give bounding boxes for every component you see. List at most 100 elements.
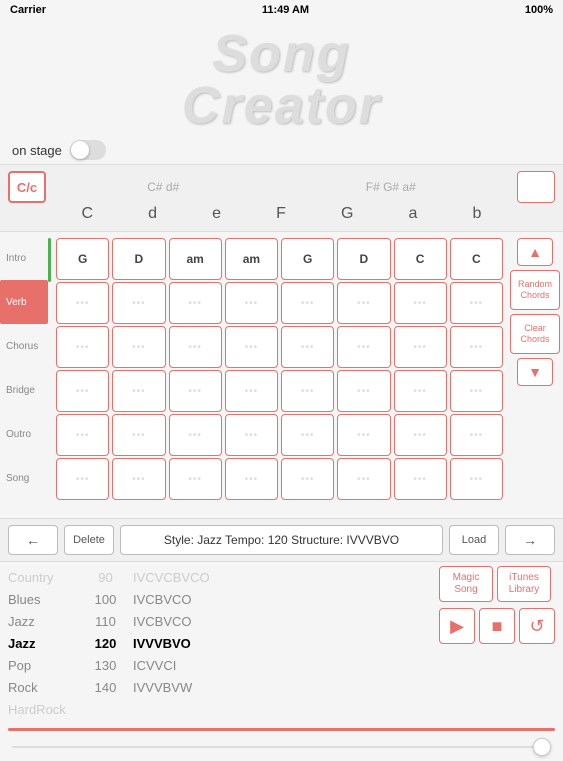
arrow-up-button[interactable]: ▲ (517, 238, 553, 266)
song-row-hardrock[interactable]: HardRock (8, 698, 433, 720)
song-row-jazz-110[interactable]: Jazz 110 IVCBVCO (8, 610, 433, 632)
chord-cell[interactable]: ••• (450, 458, 503, 500)
stop-button[interactable]: ■ (479, 608, 515, 644)
chord-cell[interactable]: ••• (169, 370, 222, 412)
chord-cell[interactable]: ••• (281, 458, 334, 500)
chord-cell[interactable]: ••• (169, 282, 222, 324)
chord-cell[interactable]: am (169, 238, 222, 280)
section-song[interactable]: Song (0, 456, 48, 500)
chord-cell[interactable]: C (394, 238, 447, 280)
song-structure-active: IVVVBVO (133, 636, 191, 651)
key-g[interactable]: G (341, 205, 353, 223)
chord-cell[interactable]: G (56, 238, 109, 280)
sharp-key-fs[interactable]: F# G# a# (366, 180, 416, 194)
chord-cell[interactable]: ••• (225, 414, 278, 456)
chord-cell[interactable]: ••• (112, 414, 165, 456)
chord-cell[interactable]: ••• (169, 414, 222, 456)
song-row-jazz-120-active[interactable]: Jazz 120 IVVVBVO (8, 632, 433, 654)
key-b[interactable]: b (473, 205, 482, 223)
chord-cell[interactable]: ••• (112, 370, 165, 412)
chord-cell[interactable]: ••• (394, 326, 447, 368)
song-name: Rock (8, 680, 78, 695)
chord-cell[interactable]: ••• (112, 282, 165, 324)
key-d[interactable]: d (148, 205, 157, 223)
song-tempo: 90 (88, 570, 123, 585)
battery-label: 100% (525, 4, 553, 16)
chord-cell[interactable]: ••• (394, 370, 447, 412)
back-button[interactable]: ← (8, 525, 58, 555)
magic-itunes-row: Magic Song iTunes Library (439, 566, 555, 602)
cc-key[interactable]: C/c (8, 171, 46, 203)
chord-cell[interactable]: ••• (337, 370, 390, 412)
itunes-library-button[interactable]: iTunes Library (497, 566, 551, 602)
chord-cell[interactable]: ••• (337, 414, 390, 456)
key-a[interactable]: a (409, 205, 418, 223)
key-empty[interactable] (517, 171, 555, 203)
section-bridge[interactable]: Bridge (0, 368, 48, 412)
chord-cell[interactable]: ••• (225, 370, 278, 412)
chord-cell[interactable]: ••• (56, 458, 109, 500)
chord-cell[interactable]: ••• (450, 370, 503, 412)
on-stage-toggle[interactable] (70, 140, 106, 160)
key-f[interactable]: F (276, 205, 286, 223)
chord-cell[interactable]: ••• (56, 414, 109, 456)
play-controls-row: ▶ ■ ↺ (439, 608, 555, 644)
carrier-label: Carrier (10, 4, 46, 16)
magic-song-button[interactable]: Magic Song (439, 566, 493, 602)
chord-cell[interactable]: ••• (394, 282, 447, 324)
clear-chords-button[interactable]: Clear Chords (510, 314, 560, 354)
chord-cell[interactable]: ••• (112, 326, 165, 368)
forward-button[interactable]: → (505, 525, 555, 555)
chord-cell[interactable]: ••• (281, 370, 334, 412)
chord-cell[interactable]: ••• (281, 414, 334, 456)
chord-cell[interactable]: ••• (56, 282, 109, 324)
chord-cell[interactable]: ••• (56, 326, 109, 368)
section-verb[interactable]: Verb (0, 280, 48, 324)
chord-cell[interactable]: ••• (450, 326, 503, 368)
song-row-blues[interactable]: Blues 100 IVCBVCO (8, 588, 433, 610)
chord-cell[interactable]: am (225, 238, 278, 280)
arrow-down-button[interactable]: ▼ (517, 358, 553, 386)
chord-cell[interactable]: ••• (169, 326, 222, 368)
play-button[interactable]: ▶ (439, 608, 475, 644)
key-e[interactable]: e (212, 205, 221, 223)
time-label: 11:49 AM (262, 4, 309, 16)
delete-button[interactable]: Delete (64, 525, 114, 555)
chord-cell[interactable]: ••• (225, 458, 278, 500)
load-button[interactable]: Load (449, 525, 499, 555)
chord-cell[interactable]: ••• (56, 370, 109, 412)
section-chorus[interactable]: Chorus (0, 324, 48, 368)
random-chords-button[interactable]: Random Chords (510, 270, 560, 310)
song-tempo: 140 (88, 680, 123, 695)
key-c[interactable]: C (82, 205, 94, 223)
repeat-button[interactable]: ↺ (519, 608, 555, 644)
chord-cell[interactable]: ••• (337, 458, 390, 500)
chord-cell[interactable]: ••• (281, 282, 334, 324)
song-row-rock[interactable]: Rock 140 IVVVBVW (8, 676, 433, 698)
chord-cell[interactable]: D (337, 238, 390, 280)
app-title-text: SongCreator (10, 28, 553, 132)
grid-right-controls: ▲ Random Chords Clear Chords ▼ (507, 236, 563, 514)
slider-thumb[interactable] (533, 738, 551, 756)
playback-section: Country 90 IVCVCBVCO Blues 100 IVCBVCO J… (0, 562, 563, 724)
chord-cell[interactable]: ••• (337, 282, 390, 324)
chord-cell[interactable]: ••• (394, 458, 447, 500)
slider-container[interactable] (8, 737, 555, 757)
chord-cell[interactable]: ••• (169, 458, 222, 500)
chord-cell[interactable]: G (281, 238, 334, 280)
song-row-pop[interactable]: Pop 130 ICVVCI (8, 654, 433, 676)
sharp-key-cs[interactable]: C# d# (147, 180, 179, 194)
section-outro[interactable]: Outro (0, 412, 48, 456)
section-intro[interactable]: Intro (0, 236, 48, 280)
chord-cell[interactable]: ••• (281, 326, 334, 368)
chord-cell[interactable]: ••• (112, 458, 165, 500)
chord-cell[interactable]: D (112, 238, 165, 280)
chord-cell[interactable]: ••• (450, 414, 503, 456)
chord-cell[interactable]: ••• (394, 414, 447, 456)
chord-cell[interactable]: ••• (337, 326, 390, 368)
chord-cell[interactable]: C (450, 238, 503, 280)
chord-cell[interactable]: ••• (225, 326, 278, 368)
slider-track[interactable] (12, 746, 551, 748)
chord-cell[interactable]: ••• (225, 282, 278, 324)
chord-cell[interactable]: ••• (450, 282, 503, 324)
